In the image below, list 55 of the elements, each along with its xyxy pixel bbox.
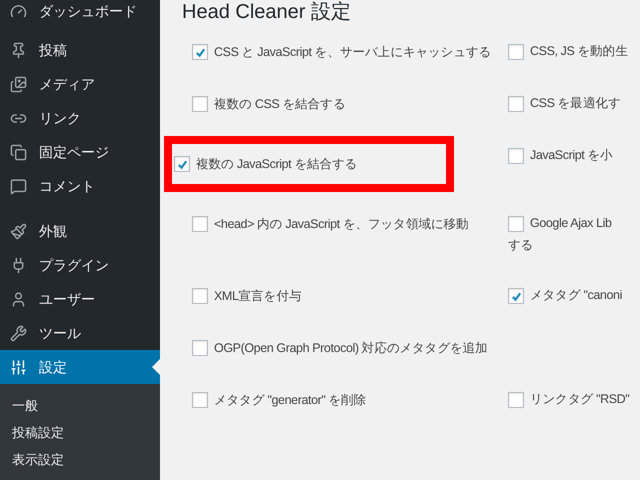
option-label: メタタグ "canoni	[530, 287, 622, 304]
option-label: CSS と JavaScript を、サーバ上にキャッシュする	[214, 44, 492, 61]
checkbox[interactable]	[508, 148, 524, 164]
comment-icon	[10, 178, 27, 194]
option-label: CSS を最適化す	[530, 95, 621, 112]
sidebar-item[interactable]: 外観	[0, 214, 160, 248]
paintbrush-icon	[10, 222, 27, 240]
sidebar-item[interactable]: コメント	[0, 169, 160, 203]
images-icon	[10, 76, 27, 92]
submenu-item[interactable]: 一般	[0, 392, 160, 419]
option-label: <head> 内の JavaScript を、フッタ領域に移動	[214, 216, 469, 233]
sidebar-item[interactable]: 固定ページ	[0, 135, 160, 169]
checkmark-icon	[194, 46, 206, 58]
sidebar-item[interactable]: 設定	[0, 350, 160, 384]
sidebar-item[interactable]: ユーザー	[0, 282, 160, 316]
sidebar-item[interactable]: リンク	[0, 101, 160, 135]
sidebar-item[interactable]: プラグイン	[0, 248, 160, 282]
checkbox[interactable]	[192, 392, 208, 408]
option-label: OGP(Open Graph Protocol) 対応のメタタグを追加	[214, 340, 488, 357]
option-label: 複数の CSS を結合する	[214, 96, 346, 113]
sidebar-item[interactable]: メディア	[0, 67, 160, 101]
option-label: 複数の JavaScript を結合する	[196, 156, 358, 173]
checkbox[interactable]	[508, 392, 524, 408]
checkbox[interactable]	[174, 156, 190, 172]
wrench-icon	[10, 324, 27, 342]
current-arrow-icon	[152, 359, 160, 375]
sidebar-item[interactable]: 投稿	[0, 33, 160, 67]
submenu-item[interactable]: 表示設定	[0, 446, 160, 473]
checkbox[interactable]	[192, 288, 208, 304]
checkbox[interactable]	[192, 216, 208, 232]
user-icon	[10, 290, 27, 308]
checkbox[interactable]	[192, 340, 208, 356]
option-label: する	[508, 237, 534, 254]
pin-icon	[10, 42, 27, 58]
checkbox[interactable]	[508, 216, 524, 232]
option-label: CSS, JS を動的生	[530, 43, 628, 60]
page-title: Head Cleaner 設定	[182, 0, 352, 24]
option-label: JavaScript を小	[530, 147, 613, 164]
option-label: Google Ajax Lib	[530, 215, 612, 232]
option-label: XML宣言を付与	[214, 288, 302, 305]
sidebar-item[interactable]: ダッシュボード	[0, 0, 160, 22]
checkbox[interactable]	[508, 288, 524, 304]
checkmark-icon	[176, 158, 188, 170]
checkbox[interactable]	[192, 96, 208, 112]
checkmark-icon	[510, 290, 522, 302]
submenu-item[interactable]: 投稿設定	[0, 419, 160, 446]
gauge-icon	[10, 2, 27, 20]
checkbox[interactable]	[192, 44, 208, 60]
option-label: リンクタグ "RSD"	[530, 391, 630, 408]
pages-icon	[10, 144, 27, 160]
checkbox[interactable]	[508, 44, 524, 60]
settings-icon	[10, 358, 27, 376]
option-label: メタタグ "generator" を削除	[214, 392, 366, 409]
sidebar-item[interactable]: ツール	[0, 316, 160, 350]
checkbox[interactable]	[508, 96, 524, 112]
